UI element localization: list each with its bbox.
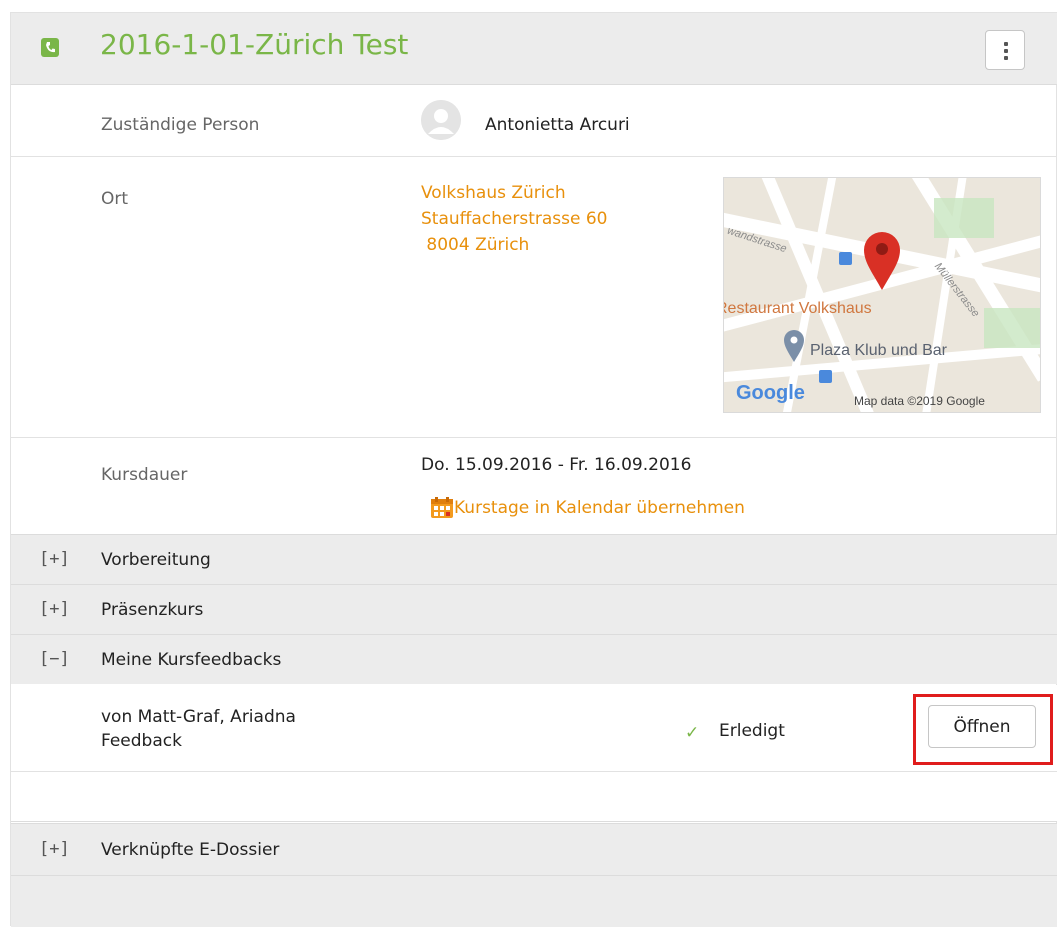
map-poi-label: Plaza Klub und Bar [810,342,947,359]
map-poi-label: Restaurant Volkshaus [723,300,872,317]
section-kursfeedbacks[interactable]: [−] Meine Kursfeedbacks [11,634,1057,684]
user-avatar-icon [421,100,461,140]
feedback-type: Feedback [101,731,182,751]
calendar-icon[interactable] [431,497,453,518]
course-phone-icon [41,38,59,57]
open-button[interactable]: Öffnen [928,705,1036,748]
section-praesenzkurs[interactable]: [+] Präsenzkurs [11,584,1057,634]
location-map[interactable]: wandstrasse Müllerstrasse Restaurant Vol… [723,177,1041,413]
empty-row [11,772,1057,822]
course-header: 2016-1-01-Zürich Test [11,13,1057,85]
page-title: 2016-1-01-Zürich Test [100,28,409,61]
google-logo: Google [736,382,805,404]
kebab-menu-icon [1004,42,1008,60]
status-text: Erledigt [719,721,785,741]
section-label: Präsenzkurs [101,600,204,620]
expand-icon: [+] [39,839,70,859]
footer-bar [11,875,1057,927]
expand-icon: [+] [39,599,70,619]
person-name: Antonietta Arcuri [485,115,630,135]
feedback-row: von Matt-Graf, Ariadna Feedback ✓ Erledi… [11,685,1057,772]
feedback-author: von Matt-Graf, Ariadna [101,707,296,727]
duration-label: Kursdauer [101,465,188,485]
divider [11,156,1057,157]
course-panel: 2016-1-01-Zürich Test Zuständige Person … [10,12,1057,927]
section-e-dossier[interactable]: [+] Verknüpfte E-Dossier [11,823,1057,875]
collapse-icon: [−] [39,649,70,669]
map-image [724,178,1040,412]
address-line-1[interactable]: Volkshaus Zürich [421,183,566,203]
section-label: Vorbereitung [101,550,211,570]
section-label: Meine Kursfeedbacks [101,650,282,670]
divider [11,437,1057,438]
expand-icon: [+] [39,549,70,569]
section-label: Verknüpfte E-Dossier [101,840,280,860]
address-line-3[interactable]: 8004 Zürich [421,235,529,255]
address-line-2[interactable]: Stauffacherstrasse 60 [421,209,608,229]
date-range: Do. 15.09.2016 - Fr. 16.09.2016 [421,455,692,475]
section-vorbereitung[interactable]: [+] Vorbereitung [11,534,1057,584]
calendar-link[interactable]: Kurstage in Kalendar übernehmen [454,498,745,518]
person-label: Zuständige Person [101,115,260,135]
more-options-button[interactable] [985,30,1025,70]
location-label: Ort [101,189,129,209]
check-icon: ✓ [685,723,700,742]
map-attribution: Map data ©2019 Google [854,394,985,408]
